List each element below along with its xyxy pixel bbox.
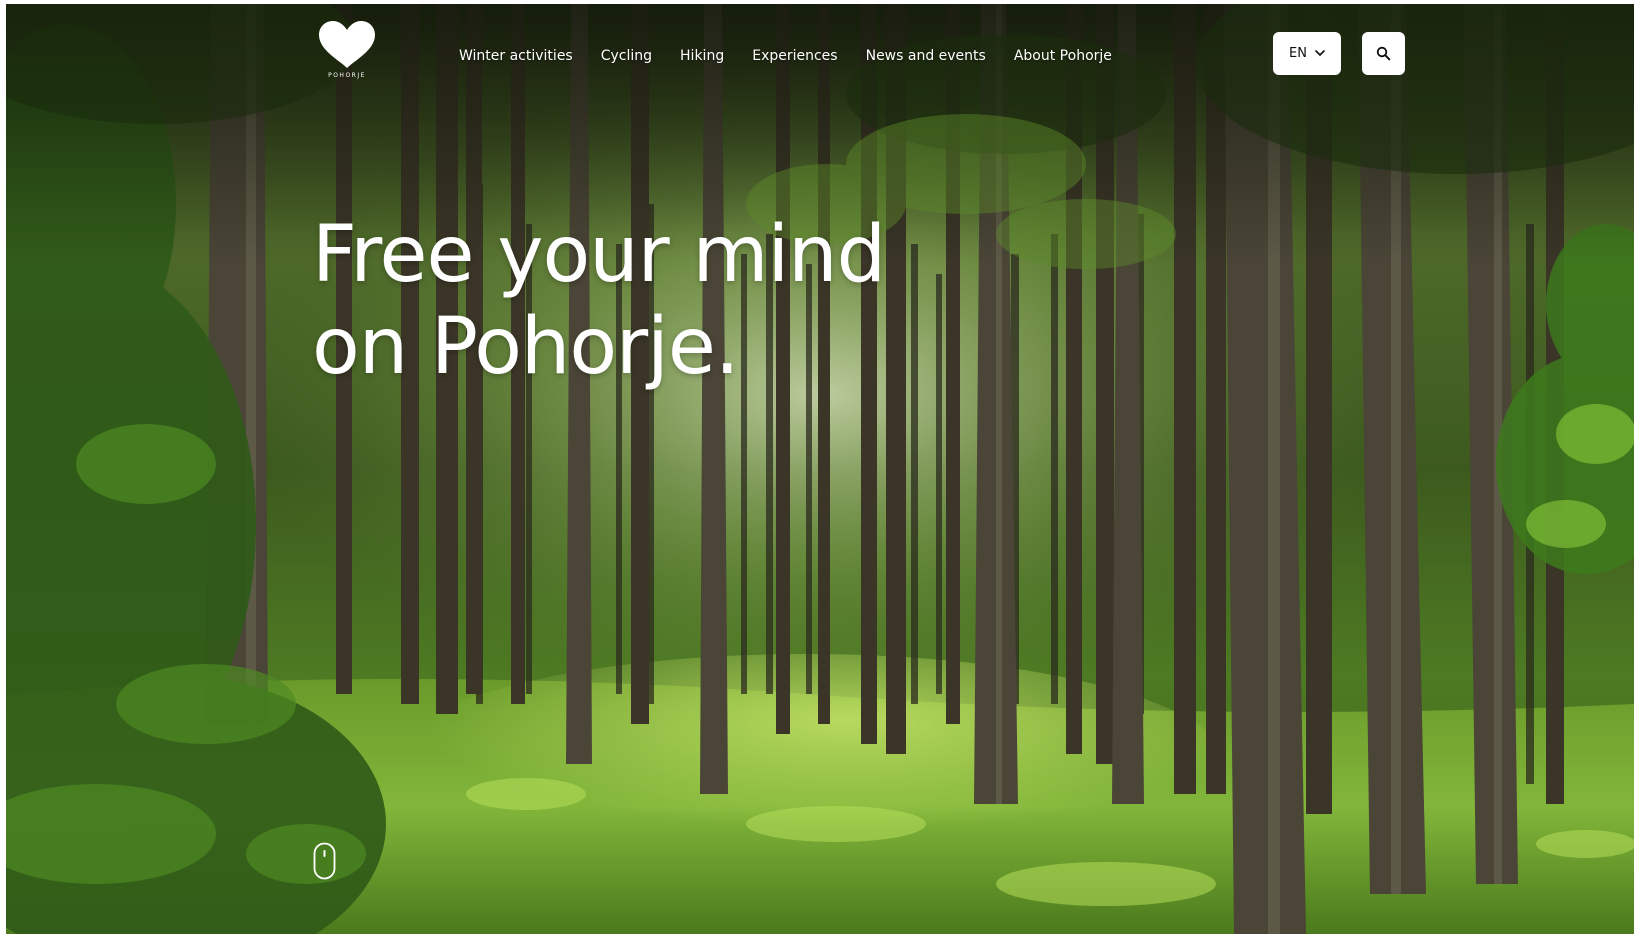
main-navigation: Winter activities Cycling Hiking Experie… (459, 44, 1112, 68)
language-selector[interactable]: EN (1273, 32, 1341, 75)
nav-item-about-pohorje[interactable]: About Pohorje (1014, 48, 1112, 64)
mouse-scroll-icon (313, 842, 336, 880)
nav-item-cycling[interactable]: Cycling (601, 48, 652, 64)
search-button[interactable] (1362, 32, 1405, 75)
nav-item-experiences[interactable]: Experiences (752, 48, 837, 64)
heart-logo-icon (319, 21, 375, 68)
hero-section: POHORJE Winter activities Cycling Hiking… (6, 4, 1634, 934)
chevron-down-icon (1315, 50, 1325, 56)
forest-background-image (6, 4, 1634, 934)
nav-item-hiking[interactable]: Hiking (680, 48, 724, 64)
hero-headline: Free your mind on Pohorje. (312, 209, 886, 393)
scroll-down-indicator[interactable] (313, 842, 336, 880)
hero-headline-line-2: on Pohorje. (312, 302, 740, 392)
logo-wordmark: POHORJE (328, 72, 366, 79)
nav-item-winter-activities[interactable]: Winter activities (459, 48, 573, 64)
pohorje-logo[interactable]: POHORJE (313, 20, 381, 88)
hero-headline-line-1: Free your mind (312, 210, 886, 300)
search-icon (1376, 46, 1391, 61)
language-label: EN (1289, 46, 1307, 61)
nav-item-news-and-events[interactable]: News and events (866, 48, 986, 64)
